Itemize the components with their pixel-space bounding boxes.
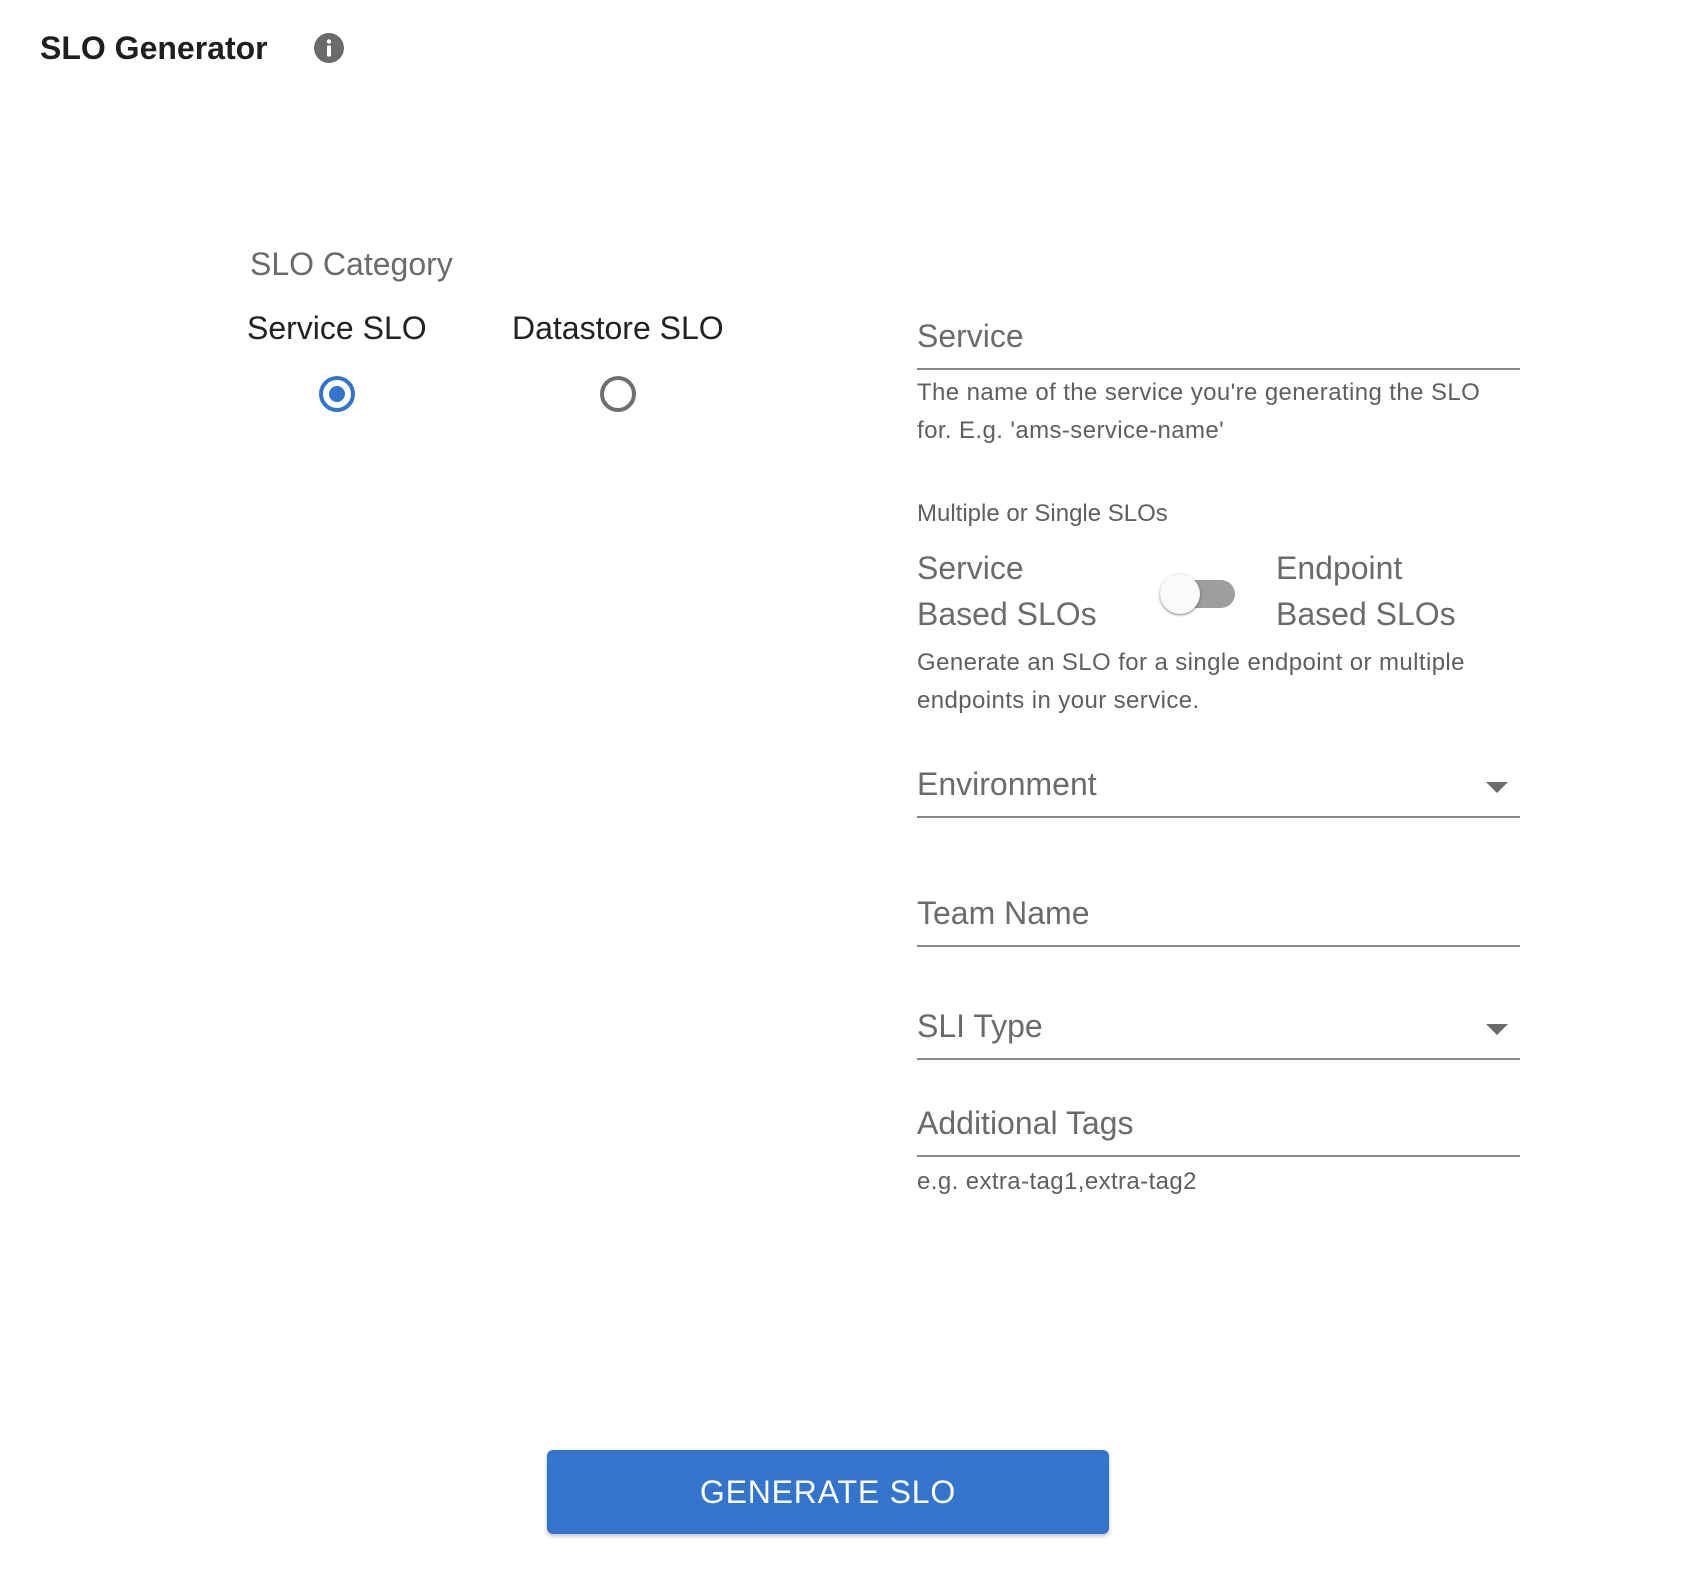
datastore-slo-radio[interactable]	[600, 376, 636, 412]
service-field[interactable]: Service	[917, 316, 1024, 356]
additional-tags-helper-text: e.g. extra-tag1,extra-tag2	[917, 1168, 1197, 1195]
sli-type-select[interactable]: SLI Type	[917, 1006, 1043, 1046]
service-slo-label[interactable]: Service SLO	[247, 308, 427, 348]
page-title: SLO Generator	[40, 30, 268, 66]
slo-mode-label: Multiple or Single SLOs	[917, 500, 1168, 527]
sli-type-dropdown-icon[interactable]	[1486, 1024, 1508, 1035]
environment-select[interactable]: Environment	[917, 764, 1097, 804]
environment-underline	[917, 816, 1520, 818]
environment-dropdown-icon[interactable]	[1486, 782, 1508, 793]
service-based-slos-line2: Based SLOs	[917, 596, 1097, 632]
sli-type-underline	[917, 1058, 1520, 1060]
slo-mode-toggle-thumb[interactable]	[1160, 574, 1200, 614]
service-based-slos-line1: Service	[917, 550, 1024, 586]
service-slo-radio[interactable]	[319, 376, 355, 412]
service-helper-text: The name of the service you're generatin…	[917, 379, 1481, 444]
endpoint-based-slos-label: Endpoint Based SLOs	[1276, 545, 1456, 637]
additional-tags-underline	[917, 1155, 1520, 1157]
datastore-slo-label[interactable]: Datastore SLO	[512, 308, 724, 348]
team-name-field[interactable]: Team Name	[917, 893, 1090, 933]
generate-slo-button[interactable]: GENERATE SLO	[547, 1450, 1109, 1534]
slo-mode-helper-text: Generate an SLO for a single endpoint or…	[917, 649, 1465, 714]
info-icon[interactable]	[313, 32, 345, 64]
additional-tags-field[interactable]: Additional Tags	[917, 1103, 1133, 1143]
slo-category-label: SLO Category	[250, 246, 453, 282]
endpoint-based-slos-line1: Endpoint	[1276, 550, 1403, 586]
team-name-underline	[917, 945, 1520, 947]
service-based-slos-label: Service Based SLOs	[917, 545, 1097, 637]
service-field-underline	[917, 368, 1520, 370]
endpoint-based-slos-line2: Based SLOs	[1276, 596, 1456, 632]
